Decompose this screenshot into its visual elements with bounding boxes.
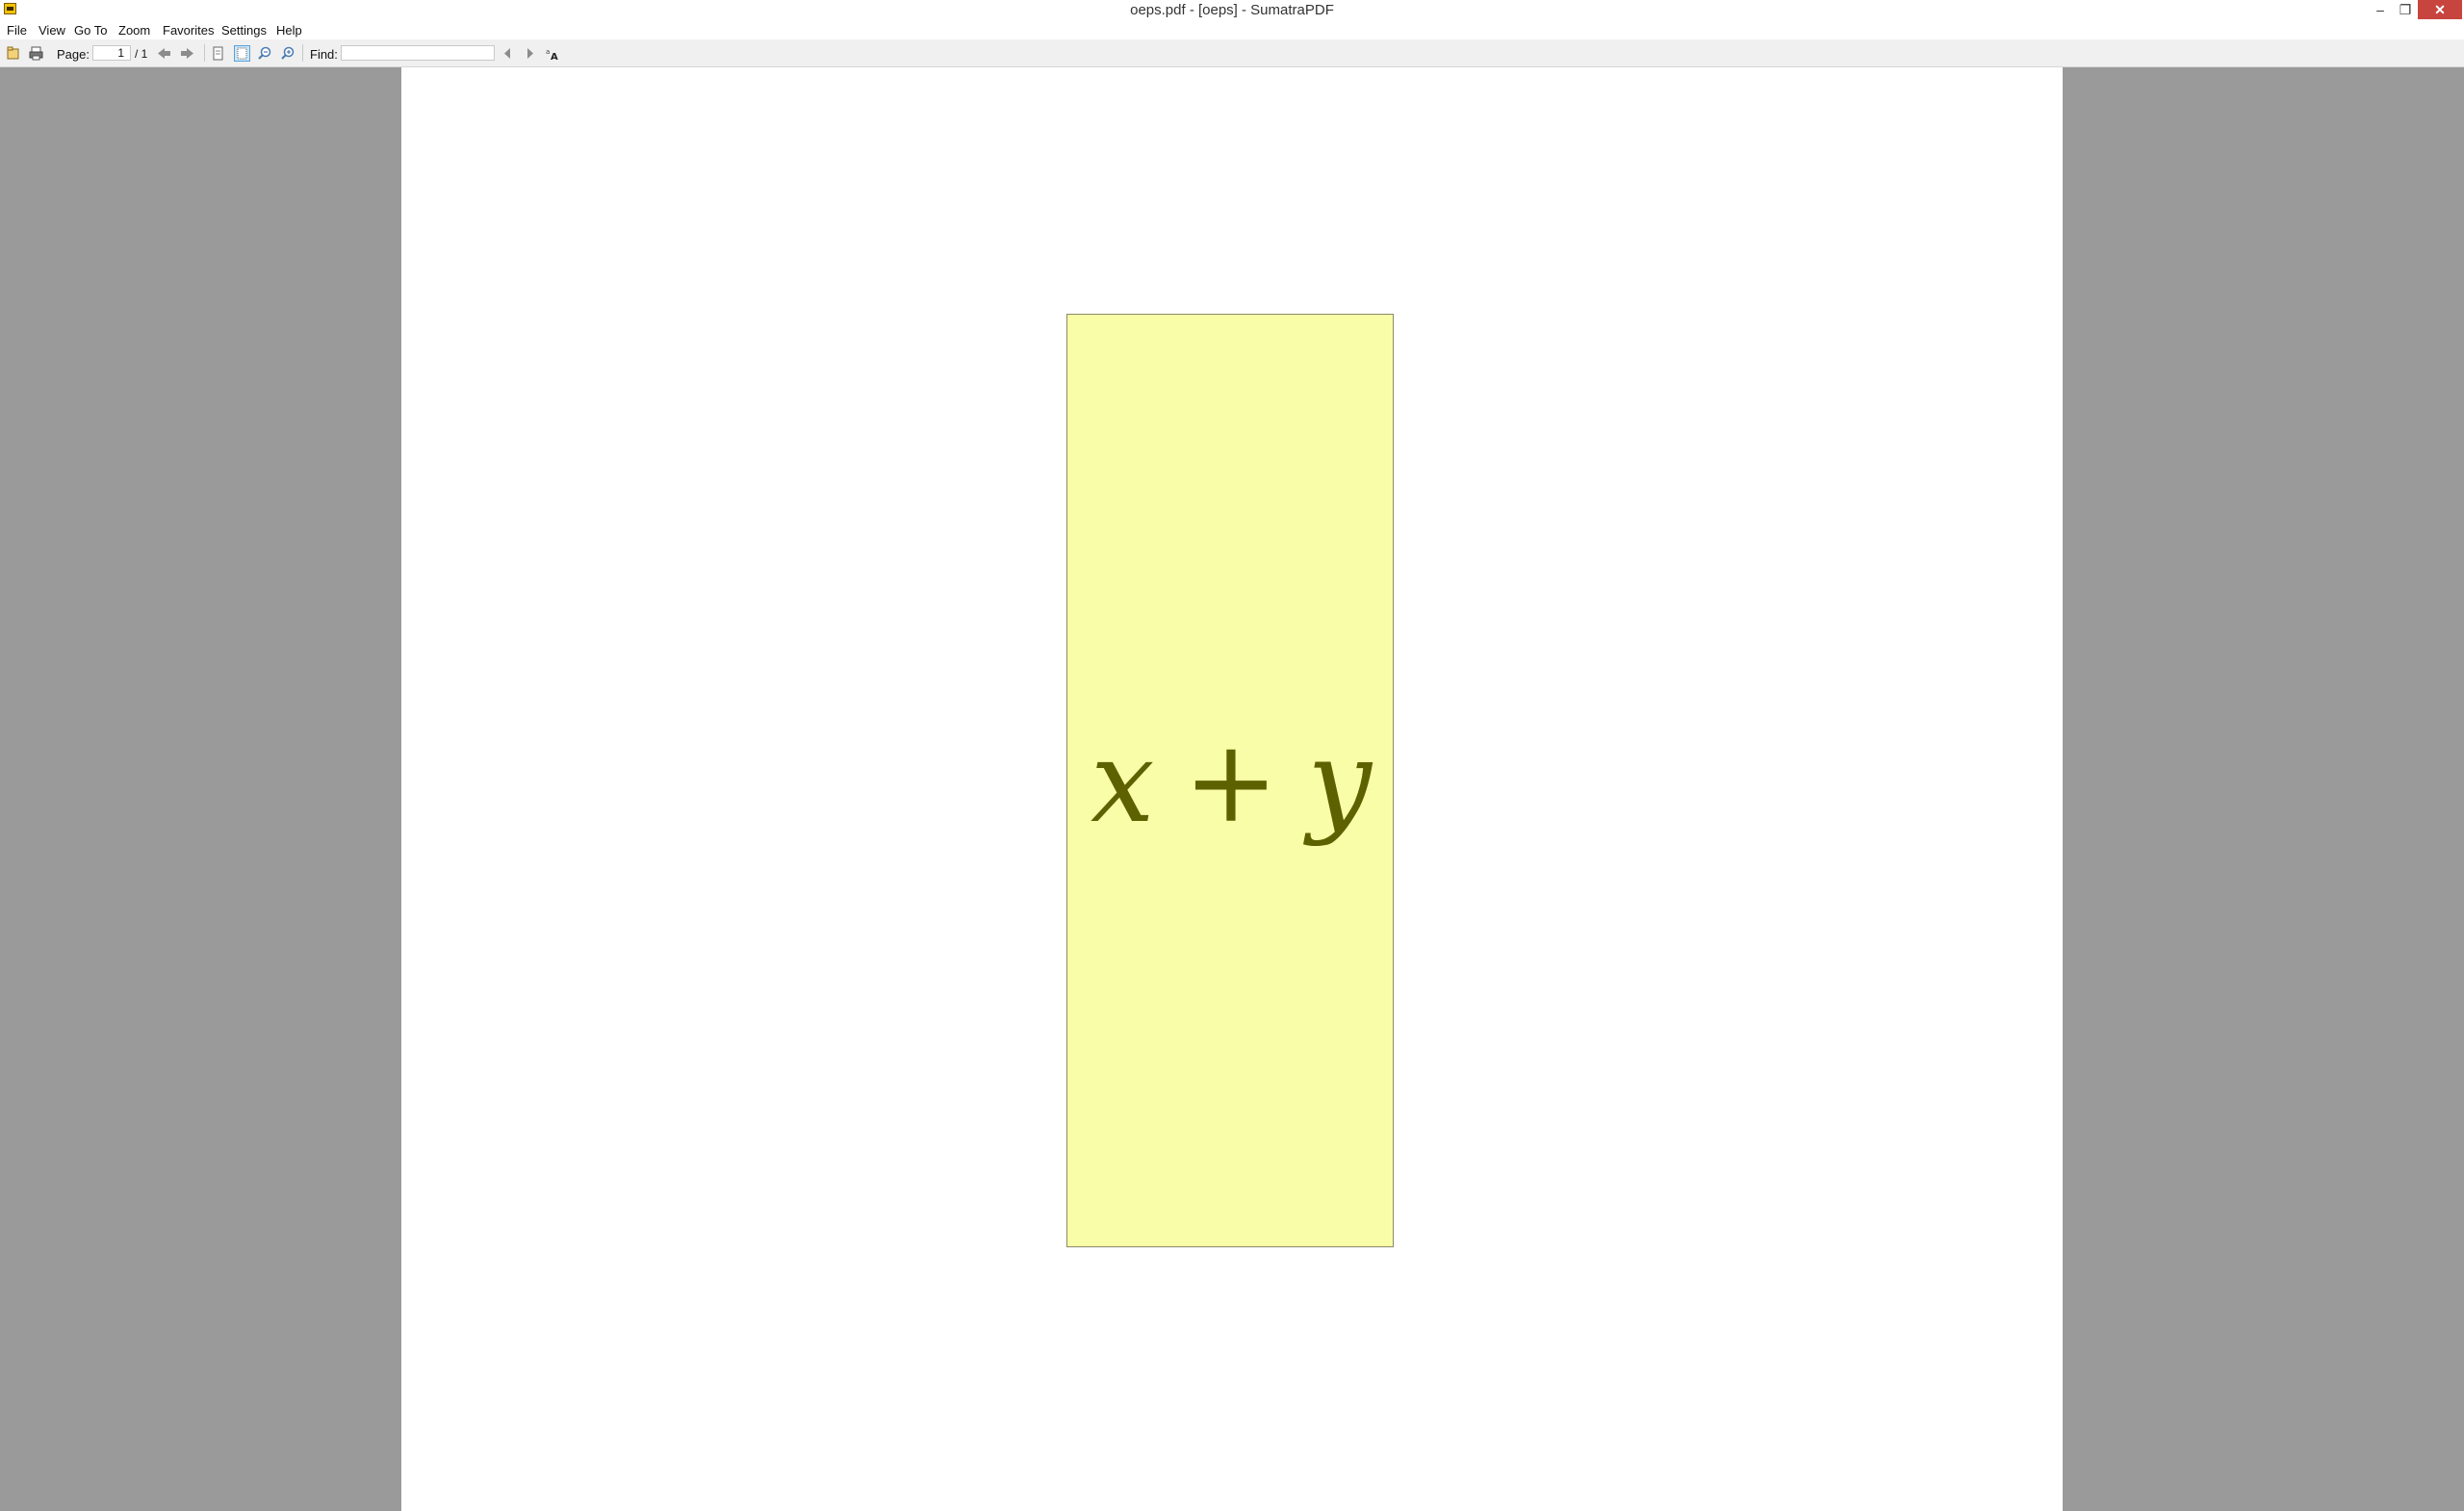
toolbar-separator <box>302 44 303 62</box>
restore-button[interactable]: ❐ <box>2393 0 2418 19</box>
find-label: Find: <box>310 47 338 62</box>
formula-box: x + y <box>1066 314 1394 1247</box>
title-bar: oeps.pdf - [oeps] - SumatraPDF – ❐ ✕ <box>0 0 2464 21</box>
menu-favorites[interactable]: Favorites <box>163 23 214 38</box>
find-prev-icon[interactable] <box>500 46 515 61</box>
svg-text:a: a <box>546 48 550 56</box>
minimize-button[interactable]: – <box>2368 0 2393 19</box>
menu-go-to[interactable]: Go To <box>74 23 107 38</box>
menu-view[interactable]: View <box>38 23 65 38</box>
find-input[interactable] <box>341 45 495 61</box>
page-number-input[interactable]: 1 <box>92 45 131 61</box>
next-page-icon[interactable] <box>180 46 194 61</box>
open-icon[interactable] <box>6 46 20 61</box>
menu-zoom[interactable]: Zoom <box>118 23 150 38</box>
fit-width-icon[interactable] <box>234 45 250 62</box>
formula-variable-y: y <box>1307 715 1373 848</box>
menu-settings[interactable]: Settings <box>221 23 267 38</box>
find-next-icon[interactable] <box>523 46 537 61</box>
menu-help[interactable]: Help <box>276 23 302 38</box>
svg-text:A: A <box>551 52 558 61</box>
menu-file[interactable]: File <box>7 23 27 38</box>
sumatra-window: oeps.pdf - [oeps] - SumatraPDF – ❐ ✕ Fil… <box>0 0 2464 1511</box>
pdf-page: x + y <box>401 67 2063 1511</box>
fit-page-icon[interactable] <box>211 46 225 61</box>
print-icon[interactable] <box>29 46 43 61</box>
page-label: Page: <box>57 47 90 62</box>
prev-page-icon[interactable] <box>157 46 171 61</box>
formula-variable-x: x <box>1090 715 1155 848</box>
zoom-in-icon[interactable] <box>281 46 295 61</box>
menu-bar: File View Go To Zoom Favorites Settings … <box>0 21 2464 39</box>
zoom-out-icon[interactable] <box>258 46 272 61</box>
match-case-icon[interactable]: a A <box>546 46 560 61</box>
formula: x + y <box>1067 719 1395 844</box>
document-view[interactable]: x + y <box>0 67 2464 1511</box>
close-button[interactable]: ✕ <box>2418 0 2462 19</box>
formula-plus: + <box>1183 715 1279 848</box>
toolbar-separator <box>204 44 205 62</box>
window-title: oeps.pdf - [oeps] - SumatraPDF <box>1130 2 1334 18</box>
page-total: / 1 <box>135 47 148 61</box>
